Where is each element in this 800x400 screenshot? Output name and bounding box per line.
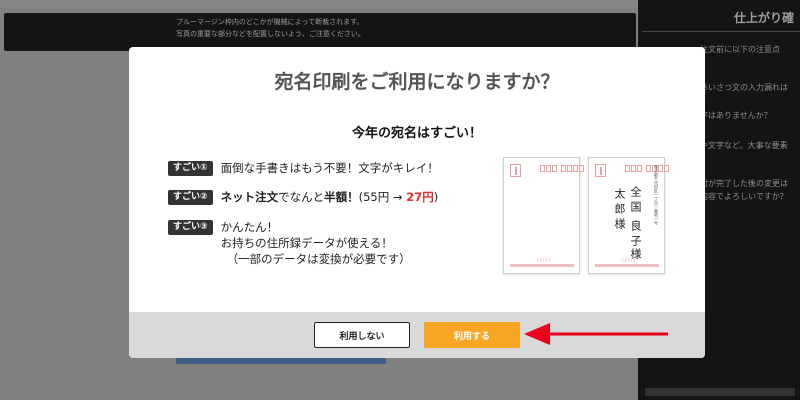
postcard-blank-image: ﾉﾉﾉﾉﾉ: [503, 157, 584, 274]
sidebar-line: あいさつ文の入力漏れは: [700, 83, 788, 92]
postcard-name-given-1: 太郎: [613, 188, 626, 218]
feature-bold-text-2: 半額！: [324, 190, 359, 204]
price-new: 27円: [406, 190, 434, 204]
modal-subtitle: 今年の宛名はすごい！: [351, 126, 482, 141]
decline-button[interactable]: 利用しない: [314, 322, 410, 348]
feature-text: 面倒な手書きはもう不要！文字がキレイ！: [220, 161, 439, 175]
sidebar-line: や文字など、大事な要素: [700, 141, 788, 150]
address-printing-modal: 宛名印刷をご利用になりますか？ 今年の宛名はすごい！ すごい① 面倒な手書きはも…: [129, 47, 705, 358]
postcard-name-given-2: 良子: [629, 220, 642, 250]
feature-badge: すごい③: [168, 220, 213, 235]
notice-line-2: 写真の重要な部分などを配置しないよう、ご注意ください。: [176, 30, 365, 38]
postcard-footer: ﾉﾉﾉﾉﾉ: [510, 257, 574, 267]
price-close: ): [433, 190, 439, 204]
feature-bold-text: ネット注文: [220, 190, 279, 204]
background-notice-text: ブルーマージン枠内のどこかが機械によって断裁されます。 写真の重要な部分などを配…: [176, 16, 365, 40]
feature-1: すごい① 面倒な手書きはもう不要！文字がキレイ！: [168, 160, 439, 176]
postcard-name-surname: 全国: [629, 186, 642, 216]
sidebar-line: 注文前に以下の注意点: [700, 45, 780, 54]
background-sidebar-header: 仕上がり確: [642, 6, 800, 32]
postcard-printed-image: 東京都千代田区一丁目一番地一号 全国 太郎 様 良子 様 ﾉﾉﾉﾉﾉ: [588, 157, 669, 274]
stamp-box: [595, 164, 606, 177]
sidebar-line: 字はありませんか？: [700, 111, 772, 120]
use-address-printing-button[interactable]: 利用する: [424, 322, 520, 348]
feature-line: お持ちの住所録データが使える！: [220, 236, 393, 250]
feature-line: （一部のデータは変換が必要です）: [226, 252, 411, 266]
postcard-honorific-1: 様: [613, 218, 626, 233]
sidebar-line: 内容でよろしいですか？: [700, 192, 788, 201]
sidebar-title: 仕上がり確: [733, 11, 794, 25]
feature-3: すごい③ かんたん！ お持ちの住所録データが使える！ （一部のデータは変換が必要…: [168, 219, 411, 267]
sidebar-line: 付が完了した後の変更は: [700, 179, 788, 188]
feature-mid-text: でなんと: [278, 190, 325, 204]
feature-badge: すごい①: [168, 161, 213, 176]
zip-boxes: [540, 165, 584, 172]
notice-line-1: ブルーマージン枠内のどこかが機械によって断裁されます。: [176, 18, 364, 26]
feature-badge: すごい②: [168, 190, 213, 205]
postcard-footer: ﾉﾉﾉﾉﾉ: [595, 257, 659, 267]
background-sidebar-footer: [645, 388, 795, 396]
modal-title: 宛名印刷をご利用になりますか？: [274, 71, 560, 93]
postcard-address: 東京都千代田区一丁目一番地一号: [654, 165, 659, 225]
feature-text: ネット注文でなんと半額！(55円 → 27円): [221, 189, 439, 205]
price-open: (55円 →: [358, 190, 407, 204]
feature-text: かんたん！ お持ちの住所録データが使える！ （一部のデータは変換が必要です）: [221, 219, 411, 267]
background-top-strip: [0, 0, 640, 8]
feature-2: すごい② ネット注文でなんと半額！(55円 → 27円): [168, 189, 438, 205]
zip-boxes: [625, 165, 669, 172]
feature-line: かんたん！: [220, 220, 279, 234]
red-arrow-annotation: [524, 323, 668, 345]
stamp-box: [510, 164, 521, 177]
